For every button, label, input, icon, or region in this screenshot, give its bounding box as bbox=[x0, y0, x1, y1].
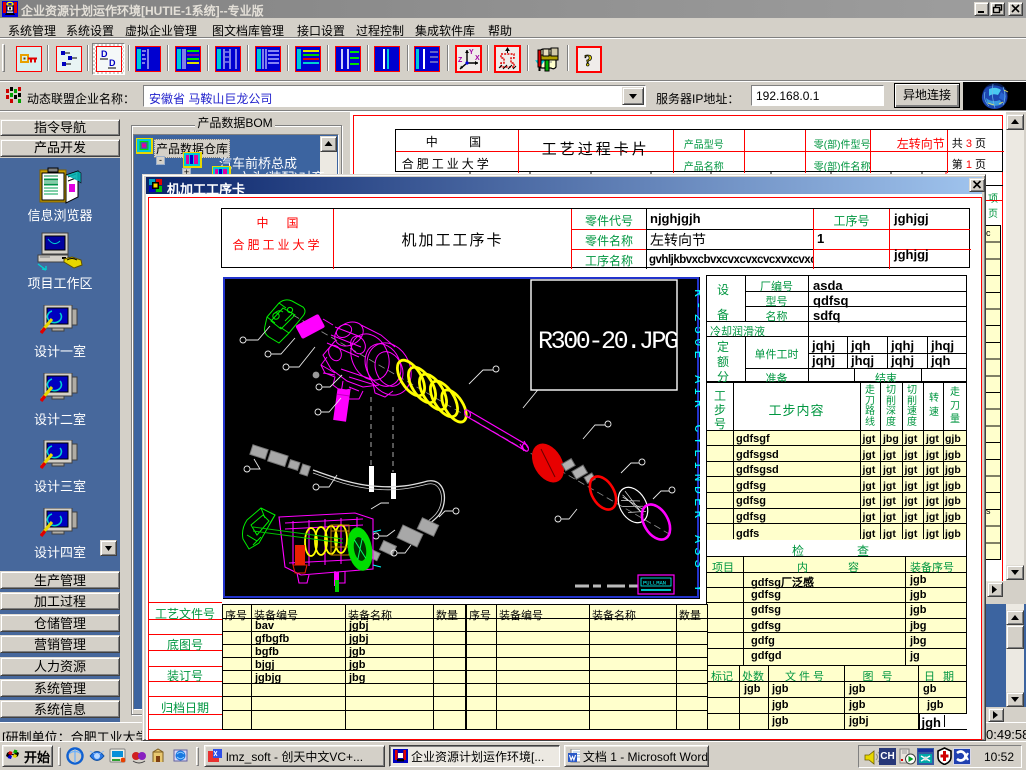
svg-text:Z: Z bbox=[458, 57, 463, 64]
svg-text:R300-20.JPG: R300-20.JPG bbox=[538, 327, 678, 356]
svg-text:?: ? bbox=[584, 51, 593, 70]
svg-text:Y: Y bbox=[469, 49, 474, 56]
svg-text:R-250E AIR CYLINDER ASS'Y: R-250E AIR CYLINDER ASS'Y bbox=[690, 289, 700, 597]
svg-text:PULLMAN: PULLMAN bbox=[643, 580, 666, 587]
svg-text:D: D bbox=[109, 58, 116, 68]
svg-text:D: D bbox=[101, 49, 108, 59]
svg-text:X: X bbox=[475, 55, 480, 62]
